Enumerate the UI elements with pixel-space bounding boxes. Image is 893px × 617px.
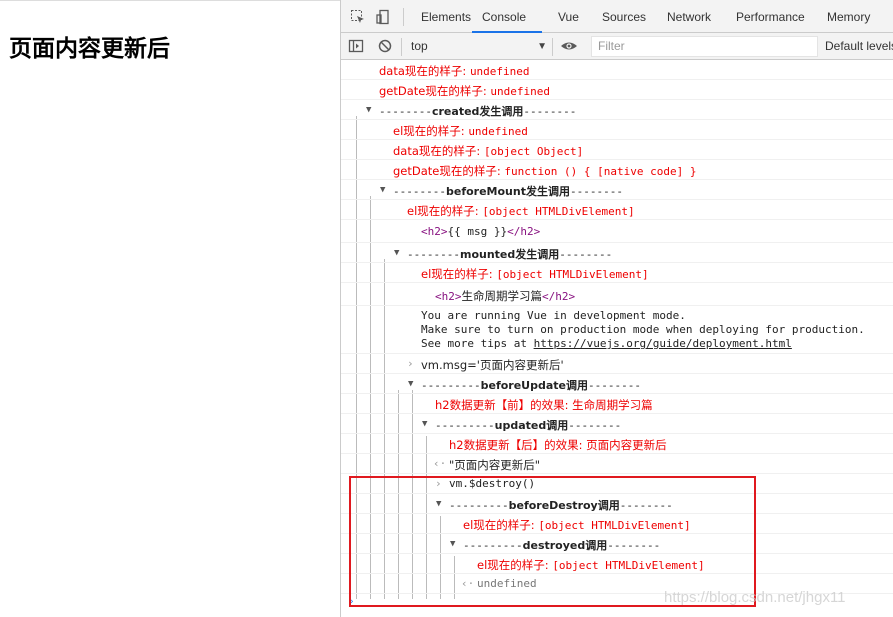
result-value: "页面内容更新后" [449,458,541,472]
log-text: h2数据更新【前】的效果: 生命周期学习篇 [435,398,653,412]
tab-elements[interactable]: Elements [421,0,471,33]
filter-divider-2 [552,38,553,56]
group-title: mounted发生调用 [459,248,560,261]
log-label: el现在的样子: [407,204,483,218]
expand-triangle-icon[interactable]: ▼ [366,105,371,115]
group-header[interactable]: ▼ --------beforeMount发生调用-------- [341,180,893,200]
log-row: el现在的样子: undefined [341,120,893,140]
page-heading: 页面内容更新后 [9,36,170,62]
log-label: el现在的样子: [393,124,469,138]
clear-console-icon[interactable] [377,38,393,54]
group-dashes: --------- [435,419,495,432]
log-row: getDate现在的样子: undefined [341,80,893,100]
group-header[interactable]: ▼ --------created发生调用-------- [341,100,893,120]
highlight-annotation-box [349,476,756,607]
log-row: <h2>生命周期学习篇</h2> [341,283,893,306]
log-row: h2数据更新【后】的效果: 页面内容更新后 [341,434,893,454]
log-row: el现在的样子: [object HTMLDivElement] [341,200,893,220]
log-label: getDate现在的样子: [379,84,491,98]
log-value: [object HTMLDivElement] [482,205,635,218]
group-title: beforeUpdate调用 [480,379,588,392]
group-dashes: --------- [421,379,481,392]
console-filter-bar: top ▼ Filter Default levels [341,33,893,60]
html-tag-close: </h2> [542,290,576,303]
log-levels-select[interactable]: Default levels [825,37,893,56]
log-value: function () { [native code] } [504,165,697,178]
tab-sources[interactable]: Sources [602,0,646,33]
expand-triangle-icon[interactable]: ▼ [422,419,427,429]
log-row: data现在的样子: [object Object] [341,140,893,160]
log-label: el现在的样子: [421,267,497,281]
group-title: updated调用 [494,419,569,432]
html-tag-open: <h2> [435,290,462,303]
context-value: top [411,39,428,53]
group-header[interactable]: ▼ --------mounted发生调用-------- [341,243,893,263]
expand-triangle-icon[interactable]: ▼ [408,379,413,389]
log-row: <h2>{{ msg }}</h2> [341,220,893,243]
inspect-element-icon[interactable] [350,9,366,25]
log-row: data现在的样子: undefined [341,60,893,80]
group-title: created发生调用 [431,105,524,118]
context-select[interactable]: top ▼ [411,37,547,56]
group-header[interactable]: ▼ ---------updated调用-------- [341,414,893,434]
vue-dev-message-line: You are running Vue in development mode. [421,309,686,322]
vue-dev-message-line: Make sure to turn on production mode whe… [421,323,865,336]
html-tag-open: <h2> [421,225,448,238]
group-title: beforeMount发生调用 [445,185,570,198]
log-label: getDate现在的样子: [393,164,505,178]
result-arrow-icon: ‹· [433,457,447,470]
tab-console[interactable]: Console [472,0,542,33]
log-value: undefined [490,85,551,98]
filter-input[interactable]: Filter [591,36,818,57]
log-row: h2数据更新【前】的效果: 生命周期学习篇 [341,394,893,414]
deployment-guide-link[interactable]: https://vuejs.org/guide/deployment.html [534,337,792,350]
toolbar-divider [403,8,404,26]
html-text: {{ msg }} [447,225,508,238]
log-label: data现在的样子: [379,64,470,78]
html-tag-close: </h2> [507,225,541,238]
expand-triangle-icon[interactable]: ▼ [394,248,399,258]
log-row-multiline: You are running Vue in development mode.… [341,306,893,354]
group-dashes: -------- [569,185,623,198]
expand-triangle-icon[interactable]: ▼ [380,185,385,195]
group-header[interactable]: ▼ ---------beforeUpdate调用-------- [341,374,893,394]
log-value: [object Object] [483,145,584,158]
log-label: data现在的样子: [393,144,484,158]
tab-vue[interactable]: Vue [558,0,579,33]
group-dashes: -------- [568,419,622,432]
watermark: https://blog.csdn.net/jhgx11 [664,589,846,606]
group-dashes: -------- [523,105,577,118]
command-text: vm.msg='页面内容更新后' [421,358,564,372]
sidebar-toggle-icon[interactable] [348,38,364,54]
log-value: undefined [468,125,528,138]
eye-icon[interactable] [560,38,577,54]
device-toolbar-icon[interactable] [375,9,391,25]
devtools-tabbar: Elements Console Vue Sources Network Per… [341,0,893,33]
tab-performance[interactable]: Performance [736,0,805,33]
html-text: 生命周期学习篇 [461,289,543,303]
group-dashes: -------- [559,248,613,261]
vue-dev-message-line: See more tips at [421,337,534,350]
log-value: undefined [469,65,530,78]
group-dashes: -------- [393,185,446,198]
log-value: [object HTMLDivElement] [496,268,649,281]
command-row: › vm.msg='页面内容更新后' [341,354,893,374]
result-row: ‹· "页面内容更新后" [341,454,893,474]
group-dashes: -------- [407,248,460,261]
dropdown-arrow-icon: ▼ [537,41,547,52]
tab-network[interactable]: Network [667,0,711,33]
group-dashes: -------- [379,105,432,118]
log-row: el现在的样子: [object HTMLDivElement] [341,263,893,283]
input-prompt-icon: › [407,357,414,370]
group-dashes: -------- [588,379,641,392]
filter-divider [401,38,402,56]
tab-memory[interactable]: Memory [827,0,870,33]
log-text: h2数据更新【后】的效果: 页面内容更新后 [449,438,667,452]
page-viewport: 页面内容更新后 [0,0,340,617]
log-row: getDate现在的样子: function () { [native code… [341,160,893,180]
